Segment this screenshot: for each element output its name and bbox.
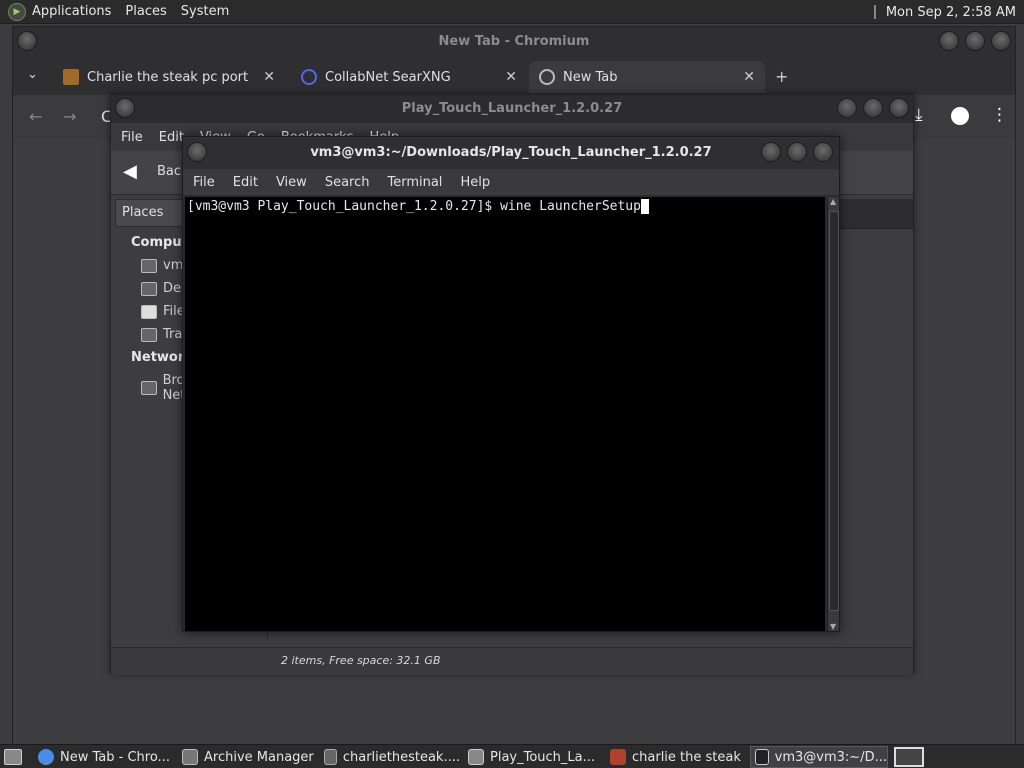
tab-label: CollabNet SearXNG [325,69,451,85]
taskbar-label: Play_Touch_La... [490,749,596,765]
close-button[interactable] [889,98,909,118]
taskbar-item-play-touch[interactable]: Play_Touch_La... [464,746,602,768]
taskbar-item-archive-manager[interactable]: Archive Manager [178,746,316,768]
window-menu-button[interactable] [115,98,135,118]
chromium-title: New Tab - Chromium [438,34,590,49]
menu-search[interactable]: Search [325,175,370,190]
search-favicon-icon [301,69,317,85]
scroll-down-arrow-icon[interactable]: ▼ [830,622,836,631]
home-folder-icon [141,258,157,273]
desktop: ▶ Applications Places System Mon Sep 2, … [0,0,1024,768]
close-button[interactable] [991,31,1011,51]
tab-strip: ⌄ Charlie the steak pc port by ✕ CollabN… [13,57,1015,95]
terminal-title: vm3@vm3:~/Downloads/Play_Touch_Launcher_… [310,145,712,160]
menu-help[interactable]: Help [460,175,490,190]
terminal-titlebar[interactable]: vm3@vm3:~/Downloads/Play_Touch_Launcher_… [183,137,839,169]
show-desktop-icon[interactable] [4,749,22,765]
maximize-button[interactable] [965,31,985,51]
terminal-screen[interactable]: [vm3@vm3 Play_Touch_Launcher_1.2.0.27]$ … [185,197,825,631]
terminal-icon [755,749,769,765]
text-cursor [640,199,649,214]
network-icon [141,381,157,395]
globe-icon [539,69,555,85]
top-panel: ▶ Applications Places System Mon Sep 2, … [0,0,1024,24]
terminal-scrollbar[interactable]: ▲ ▼ [827,197,839,631]
scroll-up-arrow-icon[interactable]: ▲ [830,197,836,206]
taskbar-label: charliethesteak.... [342,749,460,765]
workspace-switcher[interactable] [894,747,924,767]
terminal-window: vm3@vm3:~/Downloads/Play_Touch_Launcher_… [182,136,840,632]
tab-close-icon[interactable]: ✕ [263,69,275,85]
folder-icon [468,749,484,765]
maximize-button[interactable] [787,142,807,162]
places-menu[interactable]: Places [125,4,166,19]
scrollbar-thumb[interactable] [829,211,839,611]
terminal-menubar: File Edit View Search Terminal Help [183,169,839,195]
tab-label: New Tab [563,69,618,85]
maximize-button[interactable] [863,98,883,118]
tab-close-icon[interactable]: ✕ [505,69,517,85]
file-manager-titlebar[interactable]: Play_Touch_Launcher_1.2.0.27 [111,95,913,123]
clock[interactable]: Mon Sep 2, 2:58 AM [886,5,1016,20]
minimize-button[interactable] [837,98,857,118]
tab-close-icon[interactable]: ✕ [743,69,755,85]
file-icon [324,749,337,765]
menu-edit[interactable]: Edit [159,130,184,145]
close-button[interactable] [813,142,833,162]
drive-icon [141,304,157,319]
menu-file[interactable]: File [121,130,143,145]
menu-terminal[interactable]: Terminal [387,175,442,190]
taskbar-label: New Tab - Chro... [60,749,170,765]
forward-arrow-icon[interactable]: → [63,107,76,126]
tab-new-tab[interactable]: New Tab ✕ [529,61,765,93]
tab-search-chevron-icon[interactable]: ⌄ [27,67,38,82]
minimize-button[interactable] [939,31,959,51]
download-icon[interactable]: ⤓ [915,105,923,125]
tab-charlie[interactable]: Charlie the steak pc port by ✕ [53,61,285,93]
taskbar-item-chromium[interactable]: New Tab - Chro... [34,746,174,768]
file-manager-title: Play_Touch_Launcher_1.2.0.27 [401,101,623,116]
desktop-icon [141,281,157,296]
minimize-button[interactable] [761,142,781,162]
taskbar-label: Archive Manager [204,749,314,765]
applications-menu[interactable]: Applications [32,4,111,19]
window-menu-button[interactable] [17,31,37,51]
back-arrow-icon[interactable]: ◀ [123,161,137,182]
new-tab-plus-icon[interactable]: + [775,67,788,86]
trash-icon [141,327,157,342]
panel-separator [873,5,876,19]
archive-icon [182,749,198,765]
taskbar-label: charlie the steak [632,749,741,765]
back-arrow-icon[interactable]: ← [29,107,42,126]
distro-logo-icon[interactable]: ▶ [8,2,26,21]
game-icon [610,749,626,765]
chromium-icon [38,749,54,765]
typed-command: wine LauncherSetup [500,199,641,214]
profile-avatar-icon[interactable] [951,107,969,125]
chromium-titlebar[interactable]: New Tab - Chromium [13,27,1015,57]
taskbar-label: vm3@vm3:~/D... [774,749,887,765]
game-favicon-icon [63,69,79,85]
taskbar-item-charliethesteak[interactable]: charliethesteak.... [320,746,460,768]
taskbar: New Tab - Chro... Archive Manager charli… [0,744,1024,768]
status-bar: 2 items, Free space: 32.1 GB [111,647,913,675]
clock-area: Mon Sep 2, 2:58 AM [873,0,1016,24]
kebab-menu-icon[interactable]: ⋮ [991,105,1008,125]
system-menu[interactable]: System [181,4,229,19]
tab-label: Charlie the steak pc port by [87,69,253,85]
shell-prompt: [vm3@vm3 Play_Touch_Launcher_1.2.0.27]$ [187,199,501,214]
taskbar-item-charlie-game[interactable]: charlie the steak [606,746,746,768]
menu-view[interactable]: View [276,175,307,190]
menu-edit[interactable]: Edit [233,175,258,190]
taskbar-item-terminal[interactable]: vm3@vm3:~/D... [750,746,888,768]
menu-file[interactable]: File [193,175,215,190]
tab-searxng[interactable]: CollabNet SearXNG ✕ [291,61,527,93]
window-menu-button[interactable] [187,142,207,162]
